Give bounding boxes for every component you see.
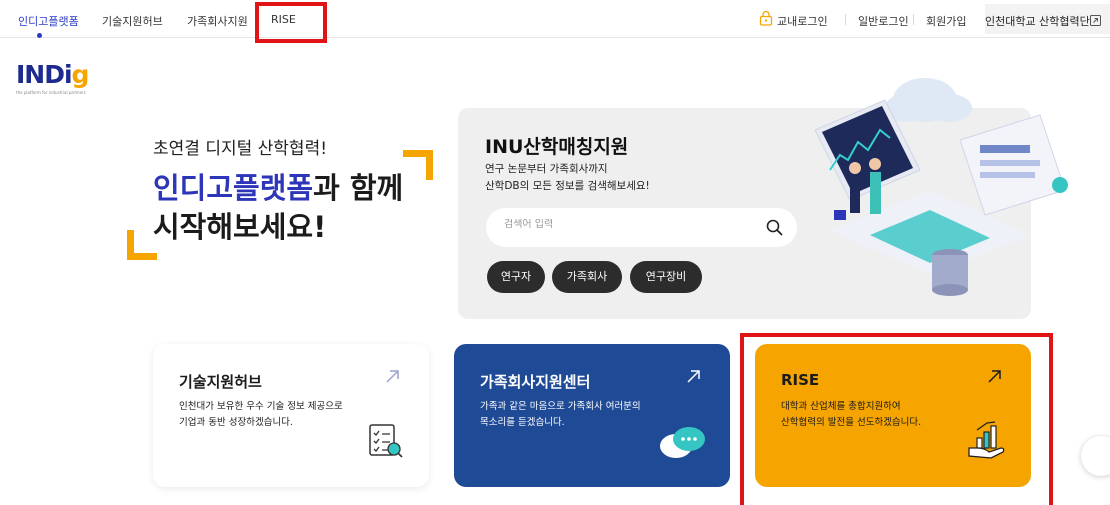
card-family-company-center[interactable]: 가족회사지원센터 가족과 같은 마음으로 가족회사 여러분의 목소리를 듣겠습니…: [454, 344, 730, 487]
campus-login-link[interactable]: 교내로그인: [777, 13, 828, 29]
signup-link[interactable]: 회원가입: [926, 13, 966, 29]
card-description: 대학과 산업체를 총합지원하여 산학협력의 발전을 선도하겠습니다.: [781, 401, 922, 428]
chip-research-equipment[interactable]: 연구장비: [630, 261, 702, 293]
tab-tech-support-hub[interactable]: 기술지원허브: [102, 13, 163, 29]
card-title: RISE: [781, 371, 820, 389]
corp-link-button[interactable]: 인천대학교 산학협력단: [985, 4, 1110, 34]
chat-bubble-icon: [660, 427, 705, 458]
decorative-bracket-bottom: [127, 230, 157, 260]
lock-icon: [759, 10, 773, 26]
search-card-title: INU산학매칭지원: [485, 136, 629, 158]
hero-title-line1: 인디고플랫폼과 함께: [153, 165, 403, 207]
corp-link-label: 인천대학교 산학협력단: [985, 15, 1090, 28]
general-login-link[interactable]: 일반로그인: [858, 13, 909, 29]
divider: [913, 14, 914, 25]
search-box: [486, 208, 797, 247]
growth-hand-icon: [968, 421, 1005, 459]
hero-title-line2: 시작해보세요!: [153, 210, 327, 244]
arrow-up-right-icon: [687, 370, 700, 383]
arrow-up-right-icon: [386, 370, 399, 383]
hero-subtitle: 초연결 디지털 산학협력!: [153, 139, 328, 159]
search-input[interactable]: [504, 219, 754, 230]
highlight-box-rise-tab: [255, 2, 327, 43]
checklist-icon: [369, 424, 403, 458]
hero-title-rest: 과 함께: [313, 171, 404, 205]
external-link-icon: [1090, 15, 1101, 26]
card-tech-support-hub[interactable]: 기술지원허브 인천대가 보유한 우수 기술 정보 제공으로 기업과 동반 성장하…: [153, 344, 429, 487]
card-description: 인천대가 보유한 우수 기술 정보 제공으로 기업과 동반 성장하겠습니다.: [179, 401, 343, 428]
logo-tagline: the platform for industrial partners: [16, 90, 86, 95]
tab-indigo-platform[interactable]: 인디고플랫폼: [18, 13, 79, 29]
search-icon[interactable]: [766, 219, 783, 236]
search-card-description: 연구 논문부터 가족회사까지 산학DB의 모든 정보를 검색해보세요!: [485, 163, 650, 192]
arrow-up-right-icon: [988, 370, 1001, 383]
top-nav: 인디고플랫폼 기술지원허브 가족회사지원 RISE 교내로그인 일반로그인 회원…: [0, 0, 1110, 38]
indigo-logo[interactable]: INDig the platform for industrial partne…: [16, 60, 89, 95]
logo-wordmark: INDig: [16, 60, 89, 89]
hero-illustration: [814, 78, 1068, 296]
active-tab-indicator: [37, 33, 42, 38]
hero-title-accent: 인디고플랫폼: [153, 171, 314, 205]
floating-side-button[interactable]: [1081, 436, 1110, 476]
chip-family-company[interactable]: 가족회사: [552, 261, 622, 293]
divider: [845, 14, 846, 25]
card-title: 가족회사지원센터: [480, 373, 591, 391]
decorative-bracket-top: [403, 150, 433, 180]
card-rise[interactable]: RISE 대학과 산업체를 총합지원하여 산학협력의 발전을 선도하겠습니다.: [755, 344, 1031, 487]
card-description: 가족과 같은 마음으로 가족회사 여러분의 목소리를 듣겠습니다.: [480, 401, 641, 428]
chip-researcher[interactable]: 연구자: [487, 261, 545, 293]
card-title: 기술지원허브: [179, 373, 262, 391]
tab-family-company-support[interactable]: 가족회사지원: [187, 13, 248, 29]
